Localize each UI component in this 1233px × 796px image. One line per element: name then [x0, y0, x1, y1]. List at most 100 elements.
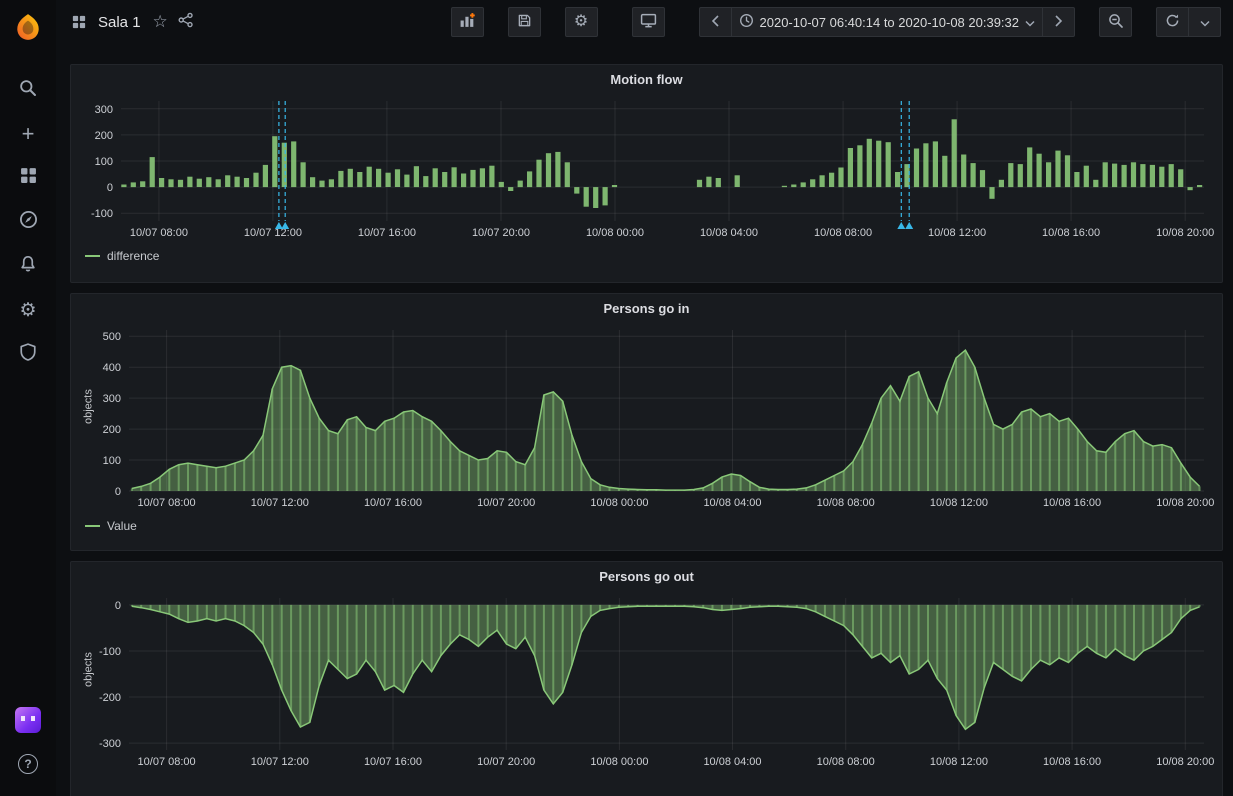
svg-text:-300: -300	[99, 738, 121, 750]
monitor-icon	[640, 12, 657, 32]
grafana-flame-icon	[17, 14, 39, 40]
chevron-left-icon	[711, 14, 720, 30]
star-button[interactable]: ☆	[153, 12, 168, 32]
zoom-out-icon	[1108, 13, 1124, 32]
svg-text:200: 200	[95, 130, 113, 142]
svg-text:10/07 16:00: 10/07 16:00	[364, 497, 422, 509]
share-button[interactable]	[178, 12, 194, 33]
panel-title[interactable]: Persons go in	[75, 294, 1218, 322]
svg-text:10/08 08:00: 10/08 08:00	[814, 227, 872, 239]
svg-text:10/07 12:00: 10/07 12:00	[244, 227, 302, 239]
compass-icon	[19, 210, 38, 234]
svg-text:10/07 12:00: 10/07 12:00	[251, 497, 309, 509]
refresh-button[interactable]	[1156, 7, 1189, 37]
svg-text:10/08 16:00: 10/08 16:00	[1043, 497, 1101, 509]
legend-swatch	[85, 525, 100, 527]
grafana-logo[interactable]	[13, 12, 43, 42]
dashboard-settings-button[interactable]: ⚙	[564, 7, 598, 37]
panel-title[interactable]: Persons go out	[75, 562, 1218, 590]
svg-text:10/08 20:00: 10/08 20:00	[1156, 497, 1214, 509]
svg-text:10/07 20:00: 10/07 20:00	[472, 227, 530, 239]
svg-text:200: 200	[103, 424, 121, 436]
svg-text:10/08 12:00: 10/08 12:00	[928, 227, 986, 239]
time-range-picker-button[interactable]: 2020-10-07 06:40:14 to 2020-10-08 20:39:…	[730, 7, 1043, 37]
save-dashboard-button[interactable]	[507, 7, 541, 37]
svg-text:0: 0	[115, 486, 121, 498]
time-range-controls: 2020-10-07 06:40:14 to 2020-10-08 20:39:…	[698, 7, 1075, 37]
persons-go-out-chart[interactable]: -300 -200 -100 0 10/07 08:00 10/07 12:00 10/07…	[75, 590, 1218, 772]
sidebar-item-user-profile[interactable]	[0, 698, 56, 742]
sidebar-item-explore[interactable]	[0, 200, 56, 244]
sidebar-item-alerting[interactable]	[0, 244, 56, 288]
svg-text:-200: -200	[99, 692, 121, 704]
svg-text:10/07 20:00: 10/07 20:00	[477, 756, 535, 768]
time-range-forward-button[interactable]	[1042, 7, 1075, 37]
main-column: Sala 1 ☆ ⚙ 2020-10-07 06:40:14 to 2020-1…	[56, 0, 1233, 796]
shield-icon	[19, 342, 37, 366]
legend-label: difference	[107, 249, 160, 263]
svg-text:10/07 08:00: 10/07 08:00	[138, 497, 196, 509]
chevron-down-icon	[1025, 15, 1035, 30]
sidebar-item-search[interactable]	[0, 68, 56, 112]
svg-text:10/07 16:00: 10/07 16:00	[364, 756, 422, 768]
motion-flow-chart-area: -100 0 100 200 300 10/07 08:00 10/07 12:00 10/0…	[75, 93, 1218, 243]
panel-title[interactable]: Motion flow	[75, 65, 1218, 93]
add-panel-icon	[459, 12, 476, 32]
persons-go-in-chart[interactable]: 0 100 200 300 400 500 10/07 08:00 10/07 12:00 10…	[75, 322, 1218, 513]
grafana-app: + ⚙ ? Sala 1 ☆ ⚙ 2020-10-07 06:40:14 to …	[0, 0, 1233, 796]
svg-text:10/08 20:00: 10/08 20:00	[1156, 227, 1214, 239]
panel-persons-go-in: Persons go in objects 0 100 200 300 400 500 10…	[70, 293, 1223, 551]
chevron-right-icon	[1054, 14, 1063, 30]
y-axis-label: objects	[82, 388, 95, 424]
svg-text:10/08 12:00: 10/08 12:00	[930, 756, 988, 768]
svg-text:10/07 12:00: 10/07 12:00	[251, 756, 309, 768]
sidebar-item-create[interactable]: +	[0, 112, 56, 156]
svg-text:300: 300	[103, 393, 121, 405]
svg-text:10/08 08:00: 10/08 08:00	[817, 756, 875, 768]
svg-text:10/08 20:00: 10/08 20:00	[1156, 756, 1214, 768]
persons-go-out-chart-area: objects -300 -200 -100 0 10/07 08:00 10/07 12…	[75, 590, 1218, 772]
legend-swatch	[85, 255, 100, 257]
add-panel-button[interactable]	[450, 7, 484, 37]
legend-label: Value	[107, 519, 137, 533]
svg-text:0: 0	[107, 182, 113, 194]
sidebar-item-dashboards[interactable]	[0, 156, 56, 200]
panel-persons-go-out: Persons go out objects -300 -200 -100 0 10/0…	[70, 561, 1223, 796]
svg-text:-100: -100	[99, 646, 121, 658]
gear-icon: ⚙	[19, 299, 37, 321]
svg-text:10/08 16:00: 10/08 16:00	[1043, 756, 1101, 768]
svg-text:100: 100	[95, 156, 113, 168]
y-axis-label: objects	[82, 652, 95, 687]
dashboards-grid-icon	[20, 167, 37, 189]
help-icon: ?	[18, 754, 38, 774]
star-icon: ☆	[152, 12, 168, 31]
sidebar-item-configuration[interactable]: ⚙	[0, 288, 56, 332]
svg-text:300: 300	[95, 104, 113, 116]
save-icon	[517, 13, 532, 31]
svg-text:10/08 16:00: 10/08 16:00	[1042, 227, 1100, 239]
svg-text:500: 500	[103, 331, 121, 343]
dashboard-grid-icon	[72, 15, 86, 29]
chevron-down-icon	[1199, 15, 1210, 30]
plus-icon: +	[21, 121, 35, 146]
sidebar-item-help[interactable]: ?	[0, 742, 56, 786]
svg-text:10/08 04:00: 10/08 04:00	[703, 756, 761, 768]
legend-item-value[interactable]: Value	[75, 513, 1218, 533]
time-range-back-button[interactable]	[698, 7, 732, 37]
svg-text:400: 400	[103, 362, 121, 374]
search-icon	[19, 79, 37, 102]
legend-item-difference[interactable]: difference	[75, 243, 1218, 263]
zoom-out-button[interactable]	[1099, 7, 1132, 37]
svg-text:10/07 08:00: 10/07 08:00	[138, 756, 196, 768]
panel-motion-flow: Motion flow -100 0 100 200 300 10/07 08:00 10/…	[70, 64, 1223, 283]
dashboard-title[interactable]: Sala 1	[98, 14, 141, 31]
svg-text:10/08 00:00: 10/08 00:00	[586, 227, 644, 239]
refresh-controls	[1156, 7, 1221, 37]
sidebar-item-server-admin[interactable]	[0, 332, 56, 376]
svg-text:10/08 08:00: 10/08 08:00	[817, 497, 875, 509]
refresh-interval-button[interactable]	[1188, 7, 1221, 37]
motion-flow-chart[interactable]: -100 0 100 200 300 10/07 08:00 10/07 12:00 10/0…	[75, 93, 1218, 243]
share-icon	[178, 12, 194, 33]
cycle-view-mode-button[interactable]	[631, 7, 665, 37]
svg-text:10/08 04:00: 10/08 04:00	[700, 227, 758, 239]
